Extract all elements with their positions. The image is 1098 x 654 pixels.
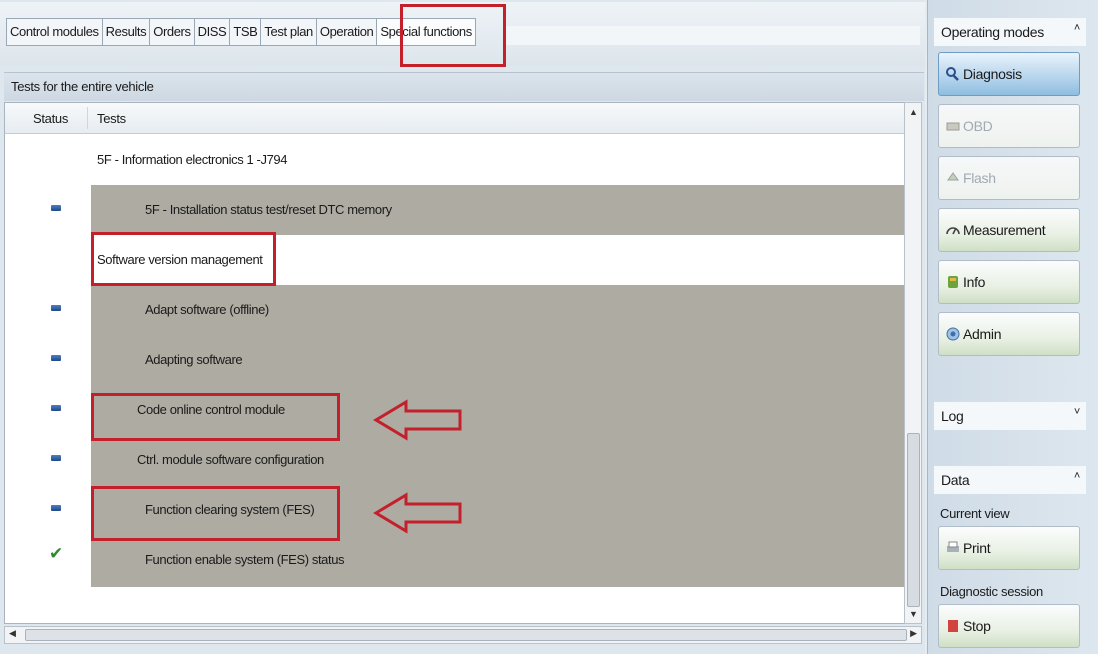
flash-button[interactable]: Flash	[938, 156, 1080, 200]
tab-test-plan[interactable]: Test plan	[260, 18, 316, 46]
diagnosis-icon	[946, 67, 959, 81]
status-pending-icon	[51, 305, 61, 311]
status-pending-icon	[51, 355, 61, 361]
test-label: Function enable system (FES) status	[145, 552, 345, 567]
left-arrow-icon	[373, 492, 462, 534]
scroll-up-icon[interactable]: ▲	[909, 107, 918, 117]
tab-control-modules[interactable]: Control modules	[6, 18, 102, 46]
test-row[interactable]: Ctrl. module software configuration	[5, 435, 905, 485]
collapse-icon[interactable]: ˄	[1074, 470, 1080, 482]
status-pending-icon	[51, 405, 61, 411]
obd-icon	[946, 122, 960, 131]
group-label: Software version management	[97, 252, 263, 267]
status-pending-icon	[51, 455, 61, 461]
test-row[interactable]: 5F - Installation status test/reset DTC …	[5, 185, 905, 235]
tab-tsb[interactable]: TSB	[229, 18, 261, 46]
info-label: Info	[963, 274, 986, 290]
test-label: Adapting software	[145, 352, 243, 367]
scroll-thumb[interactable]	[25, 629, 907, 641]
tab-diss[interactable]: DISS	[193, 18, 230, 46]
status-pending-icon	[51, 505, 61, 511]
print-label: Print	[963, 540, 991, 556]
group-label: 5F - Information electronics 1 -J794	[97, 152, 288, 167]
main-pane: Control modules Results Orders DISS TSB …	[0, 0, 925, 654]
operating-modes-title: Operating modes	[941, 24, 1044, 40]
operating-modes-header[interactable]: Operating modes ˄	[934, 18, 1086, 46]
test-label: Code online control module	[137, 402, 285, 417]
tab-strip: Control modules Results Orders DISS TSB …	[6, 18, 476, 46]
tab-special-functions[interactable]: Special functions	[376, 18, 476, 46]
print-button[interactable]: Print	[938, 526, 1080, 570]
section-header: Tests for the entire vehicle	[4, 72, 924, 101]
column-header-status[interactable]: Status	[33, 111, 68, 126]
test-label: 5F - Installation status test/reset DTC …	[145, 202, 392, 217]
vertical-scrollbar[interactable]: ▲ ▼	[904, 102, 922, 624]
test-row[interactable]: ✔ Function enable system (FES) status	[5, 535, 905, 585]
tab-bar: Control modules Results Orders DISS TSB …	[0, 2, 925, 66]
log-title: Log	[941, 408, 964, 424]
test-label: Adapt software (offline)	[145, 302, 269, 317]
test-label: Ctrl. module software configuration	[137, 452, 324, 467]
test-row[interactable]: Adapt software (offline)	[5, 285, 905, 335]
column-divider	[87, 107, 88, 129]
left-arrow-icon	[373, 399, 462, 441]
admin-label: Admin	[963, 326, 1002, 342]
info-button[interactable]: Info	[938, 260, 1080, 304]
grid-header: Status Tests	[5, 103, 905, 134]
tab-results[interactable]: Results	[101, 18, 150, 46]
measurement-icon	[946, 227, 960, 235]
obd-button[interactable]: OBD	[938, 104, 1080, 148]
flash-icon	[947, 172, 959, 181]
scroll-thumb[interactable]	[907, 433, 920, 607]
print-icon	[947, 541, 959, 552]
group-row[interactable]: 5F - Information electronics 1 -J794	[5, 135, 905, 185]
test-label: Function clearing system (FES)	[145, 502, 315, 517]
admin-icon	[946, 327, 960, 341]
tests-grid: Status Tests 5F - Information electronic…	[4, 102, 906, 624]
flash-label: Flash	[963, 170, 996, 186]
column-header-tests[interactable]: Tests	[97, 111, 126, 126]
status-pending-icon	[51, 205, 61, 211]
current-view-label: Current view	[940, 506, 1010, 521]
diagnosis-button[interactable]: Diagnosis	[938, 52, 1080, 96]
log-header[interactable]: Log ˅	[934, 402, 1086, 430]
stop-icon	[948, 620, 958, 632]
data-header[interactable]: Data ˄	[934, 466, 1086, 494]
collapse-icon[interactable]: ˄	[1074, 22, 1080, 34]
scroll-right-icon[interactable]: ▶	[910, 628, 917, 639]
admin-button[interactable]: Admin	[938, 312, 1080, 356]
tab-strip-filler	[505, 26, 920, 45]
expand-icon[interactable]: ˅	[1074, 406, 1080, 418]
measurement-button[interactable]: Measurement	[938, 208, 1080, 252]
data-title: Data	[941, 472, 970, 488]
scroll-left-icon[interactable]: ◀	[9, 628, 16, 639]
tab-orders[interactable]: Orders	[149, 18, 194, 46]
sidebar: Operating modes ˄ Diagnosis OBD Flash Me…	[927, 0, 1098, 654]
diagnostic-session-label: Diagnostic session	[940, 584, 1043, 599]
stop-button[interactable]: Stop	[938, 604, 1080, 648]
horizontal-scrollbar[interactable]: ◀ ▶	[4, 626, 922, 644]
measurement-label: Measurement	[963, 222, 1046, 238]
group-row[interactable]: Software version management	[5, 235, 905, 285]
tab-operation[interactable]: Operation	[315, 18, 377, 46]
obd-label: OBD	[963, 118, 993, 134]
scroll-down-icon[interactable]: ▼	[909, 609, 918, 619]
stop-label: Stop	[963, 618, 991, 634]
info-icon	[948, 276, 958, 288]
section-title: Tests for the entire vehicle	[11, 79, 154, 94]
test-row[interactable]: Adapting software	[5, 335, 905, 385]
status-done-check-icon: ✔	[49, 544, 64, 563]
diagnosis-label: Diagnosis	[963, 66, 1022, 82]
